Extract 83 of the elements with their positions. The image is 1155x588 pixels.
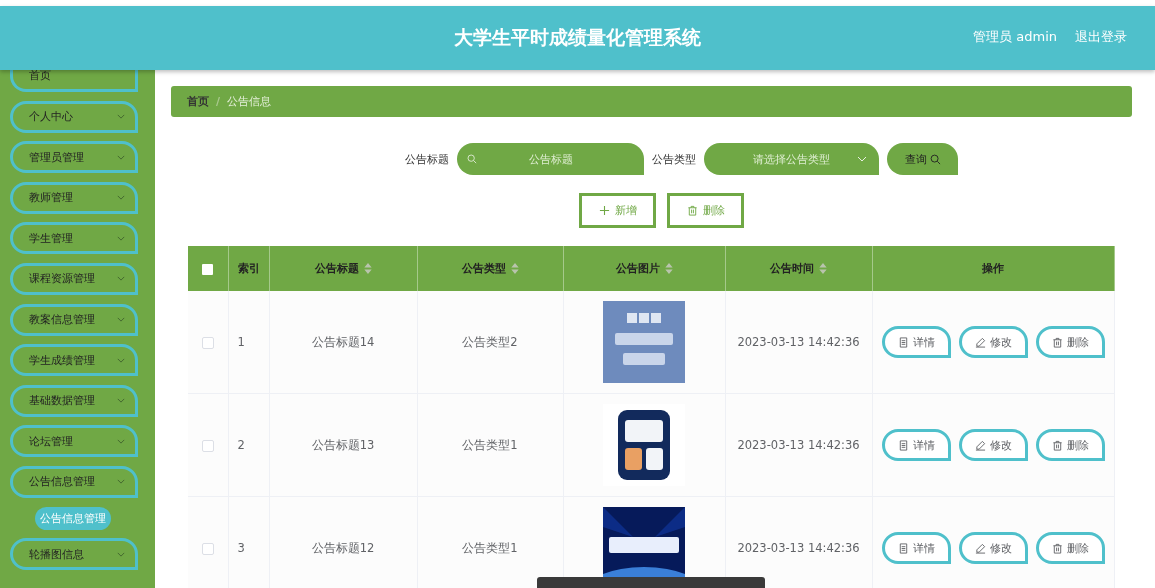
menu-item[interactable]: 基础数据管理 (10, 384, 138, 417)
trash-icon (1051, 542, 1063, 554)
menu-item[interactable]: 公告信息管理 (10, 465, 138, 498)
chevron-down-icon (117, 398, 125, 404)
details-button[interactable]: 详情 (881, 429, 951, 461)
pencil-icon (974, 439, 986, 451)
chevron-down-icon (117, 154, 125, 160)
column-header: 操作 (982, 261, 1005, 276)
plus-icon (598, 205, 610, 216)
user-label: 管理员 admin (973, 28, 1057, 46)
document-icon (897, 336, 909, 348)
chevron-down-icon (117, 114, 125, 120)
table-cell: 2023-03-13 14:42:36 (737, 335, 860, 349)
breadcrumb-link[interactable]: 首页 (187, 94, 209, 109)
table-cell: 公告标题12 (311, 540, 375, 555)
table-cell: 2023-03-13 14:42:36 (737, 541, 860, 555)
details-button[interactable]: 详情 (881, 532, 951, 564)
chevron-down-icon (117, 235, 125, 241)
document-icon (897, 542, 909, 554)
row-checkbox[interactable] (201, 439, 214, 452)
chevron-down-icon (117, 357, 125, 363)
menu-item[interactable]: 轮播图信息 (10, 538, 138, 571)
menu-item[interactable]: 个人中心 (10, 100, 138, 133)
pencil-icon (974, 336, 986, 348)
column-header: 公告标题 (314, 261, 359, 276)
chevron-down-icon (117, 195, 125, 201)
edit-button[interactable]: 修改 (958, 532, 1028, 564)
chevron-down-icon (117, 317, 125, 323)
trash-icon (1051, 336, 1063, 348)
menu-item[interactable]: 教案信息管理 (10, 303, 138, 336)
menu-item[interactable]: 教师管理 (10, 181, 138, 214)
menu-item[interactable]: 学生成绩管理 (10, 344, 138, 377)
sort-icon[interactable] (363, 263, 372, 274)
table-cell: 公告类型1 (462, 437, 518, 452)
table-cell: 3 (237, 541, 245, 555)
menu-item[interactable]: 课程资源管理 (10, 262, 138, 295)
sort-icon[interactable] (664, 263, 673, 274)
trash-icon (1051, 439, 1063, 451)
field-label: 公告标题 (405, 151, 449, 167)
menu-item[interactable]: 首页 (10, 70, 138, 92)
table-cell: 公告标题13 (311, 437, 375, 452)
table-cell: 公告标题14 (311, 334, 375, 349)
row-checkbox[interactable] (201, 542, 214, 555)
delete-button[interactable]: 删除 (667, 193, 744, 228)
column-header: 公告类型 (461, 261, 506, 276)
table-cell: 1 (237, 335, 245, 349)
table-cell: 公告类型1 (462, 540, 518, 555)
edit-button[interactable]: 修改 (958, 429, 1028, 461)
pencil-icon (974, 542, 986, 554)
sort-icon[interactable] (510, 263, 519, 274)
app-title: 大学生平时成绩量化管理系统 (454, 25, 701, 50)
chevron-down-icon (117, 276, 125, 282)
table-cell: 公告类型2 (462, 334, 518, 349)
search-icon (929, 153, 941, 165)
chevron-down-icon (117, 438, 125, 444)
trash-icon (686, 205, 698, 216)
chevron-down-icon (117, 551, 125, 557)
row-checkbox[interactable] (201, 336, 214, 349)
field-label: 公告类型 (652, 151, 696, 167)
column-header: 索引 (237, 261, 260, 276)
chevron-down-icon (857, 156, 867, 162)
query-button[interactable]: 查询 (887, 143, 958, 175)
column-header: 公告图片 (615, 261, 660, 276)
document-icon (897, 439, 909, 451)
details-button[interactable]: 详情 (881, 326, 951, 358)
column-header: 公告时间 (770, 261, 814, 276)
chevron-down-icon (117, 479, 125, 485)
menu-item[interactable]: 论坛管理 (10, 425, 138, 458)
select-all-checkbox[interactable] (202, 263, 214, 275)
add-button[interactable]: 新增 (579, 193, 656, 228)
table-cell: 2023-03-13 14:42:36 (737, 438, 860, 452)
menu-item[interactable]: 管理员管理 (10, 141, 138, 174)
sort-icon[interactable] (819, 263, 827, 274)
delete-button[interactable]: 删除 (1035, 326, 1105, 358)
breadcrumb-separator: / (216, 95, 221, 108)
delete-button[interactable]: 删除 (1035, 429, 1105, 461)
menu-item[interactable]: 学生管理 (10, 222, 138, 255)
table-cell: 2 (237, 438, 245, 452)
search-field[interactable]: 公告标题 (457, 143, 644, 175)
type-select[interactable]: 请选择公告类型 (704, 143, 879, 175)
delete-button[interactable]: 删除 (1035, 532, 1105, 564)
search-icon (467, 154, 477, 164)
edit-button[interactable]: 修改 (958, 326, 1028, 358)
